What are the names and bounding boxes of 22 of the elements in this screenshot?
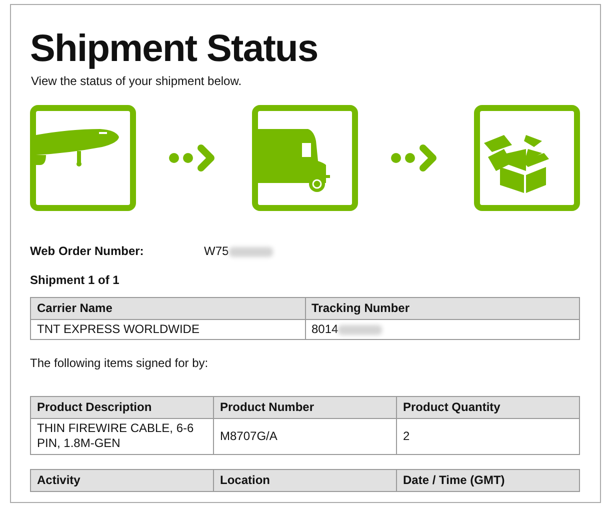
field-label: Web Order Number: [30, 244, 145, 259]
truck-icon [252, 105, 358, 212]
table-cell: 8014 [312, 322, 338, 336]
column-header: Product Quantity [396, 396, 580, 418]
column-header: Activity [30, 469, 214, 492]
table-cell: M8707G/A [220, 428, 278, 443]
column-header: Date / Time (GMT) [396, 469, 580, 492]
page-title: Shipment Status [30, 27, 319, 71]
table-cell: 2 [403, 428, 410, 443]
order-number: W75 [204, 244, 229, 258]
box-icon [474, 105, 580, 212]
table-cell: THIN FIREWIRE CABLE, 6-6 PIN, 1.8M-GEN [37, 421, 194, 450]
section-note: The following items signed for by: [30, 356, 210, 371]
table-cell: TNT EXPRESS WORLDWIDE [37, 322, 200, 336]
page-subtitle: View the status of your shipment below. [31, 74, 243, 88]
column-header: Tracking Number [305, 298, 580, 320]
column-header: Carrier Name [30, 298, 305, 320]
airplane-icon [30, 105, 136, 212]
column-header: Product Number [214, 396, 396, 418]
section-heading: Shipment 1 of 1 [30, 272, 120, 288]
column-header: Location [214, 469, 396, 492]
column-header: Product Description [30, 396, 214, 418]
